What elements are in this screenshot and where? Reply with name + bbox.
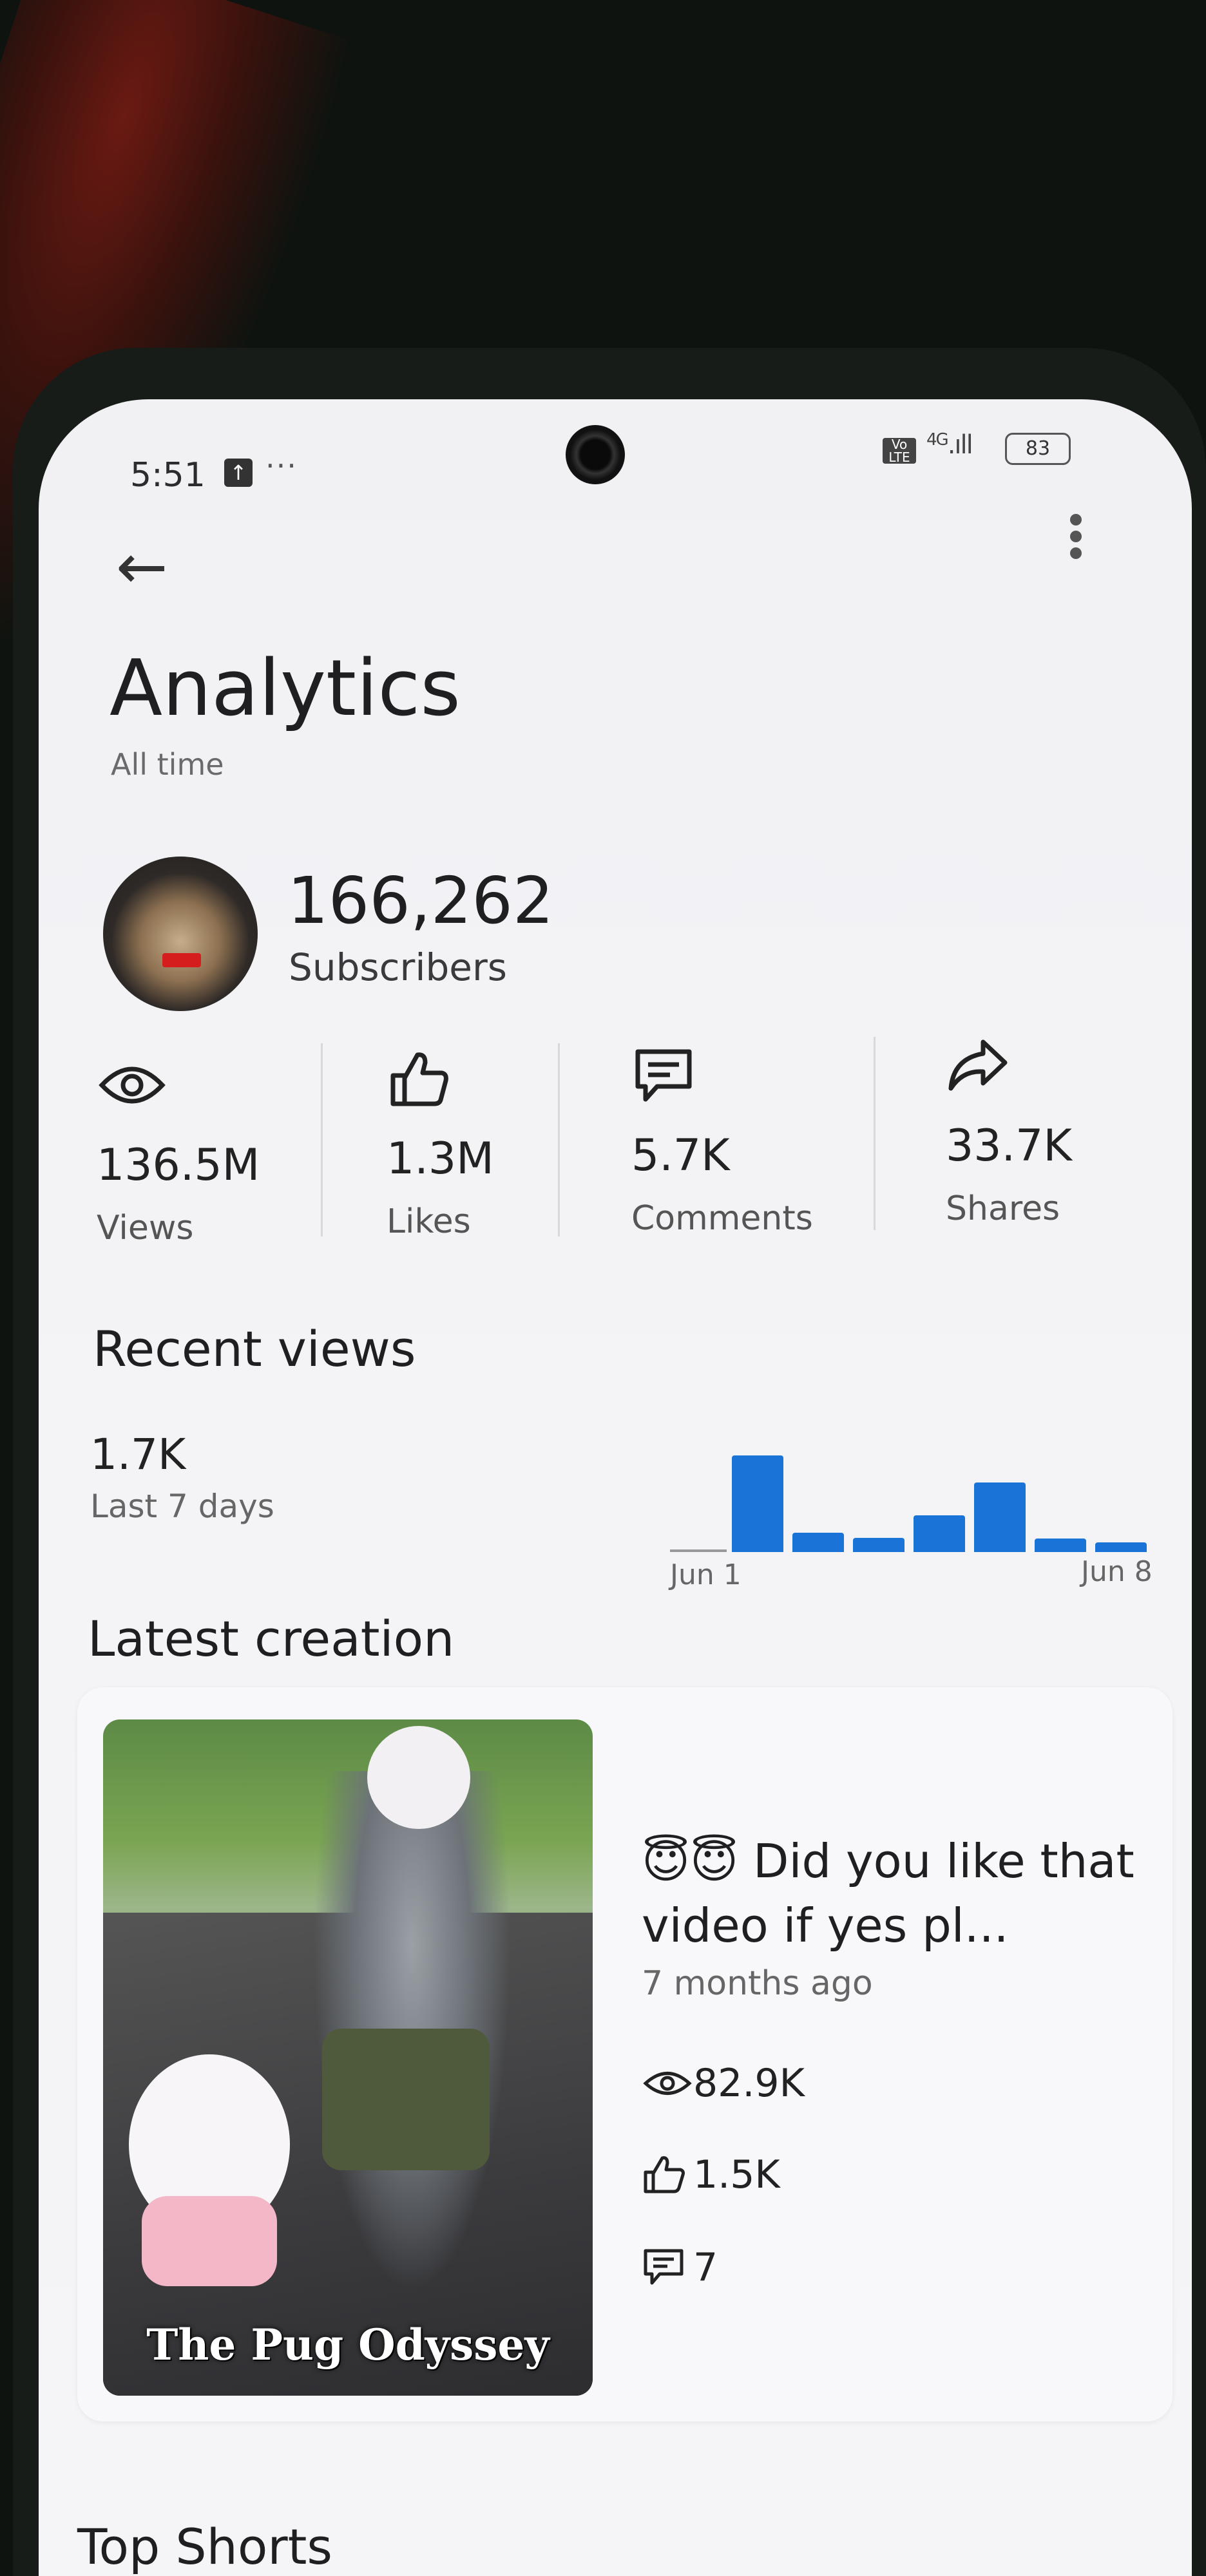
video-comments-value: 7 <box>693 2245 718 2290</box>
latest-creation-title: Latest creation <box>88 1610 455 1667</box>
chart-bar <box>792 1533 844 1552</box>
thumbs-up-icon <box>390 1052 448 1106</box>
video-views: 82.9K <box>642 2061 805 2106</box>
thumbs-up-icon <box>644 2156 685 2193</box>
battery-icon: 83 <box>1005 433 1071 465</box>
chart-bar <box>1095 1542 1147 1552</box>
date-range-label[interactable]: All time <box>111 747 224 782</box>
video-likes: 1.5K <box>642 2152 780 2197</box>
stat-divider <box>558 1043 560 1236</box>
recent-views-chart[interactable] <box>670 1397 1160 1552</box>
video-title[interactable]: 😇😇 Did you like that video if yes pl... <box>642 1829 1170 1958</box>
comments-label: Comments <box>631 1199 813 1238</box>
video-views-value: 82.9K <box>693 2061 805 2106</box>
chart-bar <box>914 1515 965 1552</box>
chart-bar <box>732 1455 783 1552</box>
status-more-indicator: ··· <box>265 448 298 483</box>
recent-views-title: Recent views <box>93 1320 416 1378</box>
comment-icon <box>644 2249 684 2285</box>
video-comments: 7 <box>642 2245 718 2290</box>
page-title: Analytics <box>110 644 461 734</box>
chart-tick-start: Jun 1 <box>670 1558 742 1591</box>
upload-icon: ↑ <box>224 459 253 487</box>
views-label: Views <box>97 1209 194 1247</box>
likes-label: Likes <box>387 1202 471 1241</box>
chart-baseline <box>670 1549 727 1552</box>
chart-tick-end: Jun 8 <box>1081 1555 1153 1588</box>
back-arrow-icon[interactable]: ← <box>116 536 168 598</box>
share-icon <box>948 1039 1008 1091</box>
front-camera <box>566 425 625 484</box>
shares-label: Shares <box>946 1189 1060 1228</box>
subscriber-count: 166,262 <box>287 863 554 938</box>
volte-icon: Vo LTE <box>883 438 916 464</box>
likes-value: 1.3M <box>387 1133 494 1184</box>
stat-likes[interactable]: 1.3M Likes <box>387 1050 494 1241</box>
shares-value: 33.7K <box>946 1121 1072 1171</box>
subscriber-label: Subscribers <box>289 945 508 989</box>
video-likes-value: 1.5K <box>693 2152 780 2197</box>
phone-screen: 5:51 ↑ ··· Vo LTE 4G.ıll 83 ← Analytics A… <box>39 399 1192 2576</box>
eye-icon <box>99 1066 166 1104</box>
chart-bar <box>853 1537 905 1552</box>
comment-icon <box>635 1049 692 1102</box>
status-time: 5:51 <box>130 456 206 495</box>
stat-comments[interactable]: 5.7K Comments <box>631 1046 813 1238</box>
thumbnail-caption: The Pug Odyssey <box>146 2320 550 2370</box>
signal-icon: 4G.ıll <box>926 430 973 460</box>
stat-views[interactable]: 136.5M Views <box>97 1056 260 1247</box>
chart-bar <box>1035 1539 1086 1552</box>
stat-divider <box>321 1043 323 1236</box>
top-shorts-title: Top Shorts <box>77 2518 332 2575</box>
recent-views-period: Last 7 days <box>90 1488 274 1525</box>
recent-views-value: 1.7K <box>90 1430 186 1479</box>
comments-value: 5.7K <box>631 1130 730 1181</box>
video-thumbnail[interactable]: The Pug Odyssey <box>103 1719 593 2396</box>
chart-bar <box>974 1482 1026 1552</box>
eye-icon <box>643 2072 692 2095</box>
video-age: 7 months ago <box>642 1964 873 2003</box>
network-type: 4G <box>926 430 949 450</box>
views-value: 136.5M <box>97 1140 260 1191</box>
more-vert-icon[interactable] <box>1057 509 1095 586</box>
stat-divider <box>874 1037 876 1230</box>
channel-avatar <box>103 857 258 1011</box>
stat-shares[interactable]: 33.7K Shares <box>946 1037 1072 1228</box>
